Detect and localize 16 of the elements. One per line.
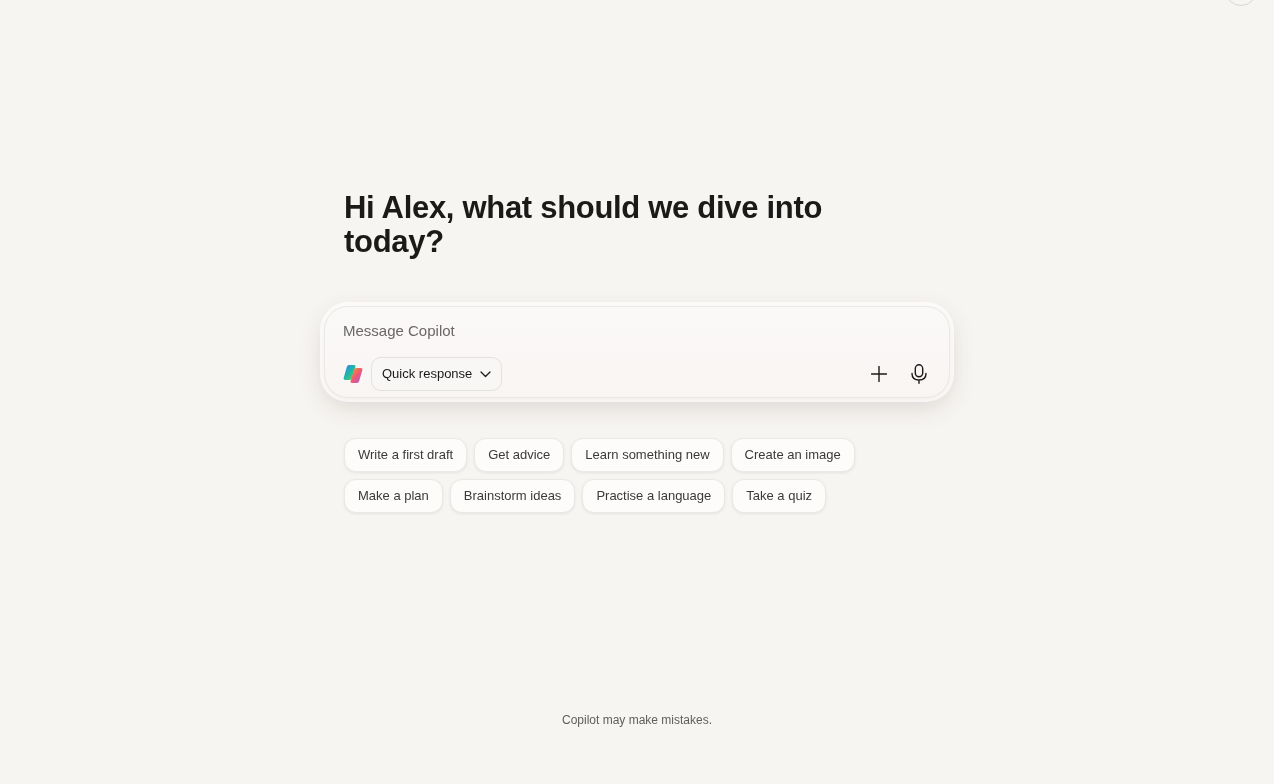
microphone-icon [911,364,927,384]
suggestion-chip[interactable]: Take a quiz [732,479,827,513]
copilot-logo-icon [343,364,363,384]
suggestion-chip[interactable]: Get advice [474,438,565,472]
response-mode-dropdown[interactable]: Quick response [371,357,503,391]
suggestion-chip[interactable]: Practise a language [582,479,726,513]
suggestion-chip[interactable]: Write a first draft [344,438,468,472]
message-input-field[interactable]: Message Copilot [343,320,931,343]
suggestion-chip[interactable]: Create an image [730,438,855,472]
disclaimer-text: Copilot may make mistakes. [561,712,712,729]
suggestion-chip[interactable]: Learn something new [571,438,724,472]
suggestion-chip[interactable]: Brainstorm ideas [449,479,576,513]
plus-icon [871,366,887,382]
suggestion-chip[interactable]: Make a plan [344,479,443,513]
chevron-down-icon [480,370,492,378]
greeting-heading: Hi Alex, what should we dive into today? [344,191,824,259]
